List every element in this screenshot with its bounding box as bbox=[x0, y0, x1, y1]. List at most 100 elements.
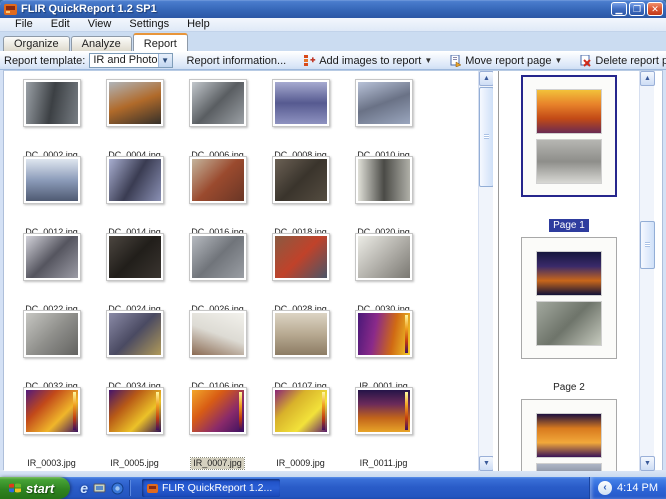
image-thumbnail[interactable] bbox=[272, 310, 330, 358]
scrollbar-thumb[interactable] bbox=[640, 221, 655, 269]
scroll-up-button[interactable]: ▲ bbox=[479, 71, 494, 86]
report-template-combobox[interactable]: IR and Photo ▼ bbox=[89, 53, 172, 68]
image-thumbnail[interactable] bbox=[23, 156, 81, 204]
image-thumbnail[interactable] bbox=[23, 387, 81, 435]
gallery-item[interactable]: DC_0006.jpg bbox=[176, 77, 259, 154]
gallery-item[interactable]: DC_0014.jpg bbox=[93, 154, 176, 231]
scroll-up-button[interactable]: ▲ bbox=[640, 71, 655, 86]
media-player-icon[interactable] bbox=[111, 482, 124, 495]
report-page-preview[interactable] bbox=[521, 237, 617, 359]
add-images-dropdown-icon[interactable]: ▼ bbox=[424, 56, 432, 65]
report-template-label: Report template: bbox=[4, 55, 85, 67]
ir-colorbar bbox=[156, 392, 159, 430]
report-page-item[interactable] bbox=[499, 399, 639, 471]
menu-settings[interactable]: Settings bbox=[120, 18, 178, 31]
gallery-item[interactable]: DC_0022.jpg bbox=[10, 231, 93, 308]
close-button[interactable]: ✕ bbox=[647, 2, 663, 16]
tray-chevron-icon[interactable]: ‹ bbox=[598, 481, 612, 495]
image-thumbnail[interactable] bbox=[272, 79, 330, 127]
image-thumbnail[interactable] bbox=[189, 233, 247, 281]
quick-launch-bar: e bbox=[70, 480, 140, 496]
gallery-item[interactable]: DC_0106.jpg bbox=[176, 308, 259, 385]
gallery-item[interactable]: DC_0030.jpg bbox=[342, 231, 425, 308]
image-thumbnail[interactable] bbox=[106, 387, 164, 435]
gallery-item[interactable]: DC_0024.jpg bbox=[93, 231, 176, 308]
move-page-label: Move report page bbox=[465, 55, 551, 67]
gallery-item[interactable]: DC_0028.jpg bbox=[259, 231, 342, 308]
maximize-button[interactable]: ❐ bbox=[629, 2, 645, 16]
image-thumbnail[interactable] bbox=[23, 79, 81, 127]
image-thumbnail[interactable] bbox=[189, 387, 247, 435]
system-tray: ‹ 4:14 PM bbox=[589, 477, 666, 499]
show-desktop-icon[interactable] bbox=[93, 482, 106, 495]
gallery-item[interactable]: DC_0008.jpg bbox=[259, 77, 342, 154]
gallery-item[interactable]: DC_0032.jpg bbox=[10, 308, 93, 385]
image-thumbnail[interactable] bbox=[23, 310, 81, 358]
minimize-button[interactable]: ▁ bbox=[611, 2, 627, 16]
image-thumbnail[interactable] bbox=[189, 156, 247, 204]
image-thumbnail[interactable] bbox=[355, 310, 413, 358]
gallery-item[interactable]: IR_0005.jpg bbox=[93, 385, 176, 462]
move-page-button[interactable]: Move report page ▼ bbox=[446, 54, 566, 68]
gallery-item[interactable]: DC_0012.jpg bbox=[10, 154, 93, 231]
image-thumbnail[interactable] bbox=[355, 79, 413, 127]
start-button[interactable]: start bbox=[0, 477, 70, 499]
internet-explorer-icon[interactable]: e bbox=[80, 480, 88, 496]
gallery-item[interactable]: DC_0107.jpg bbox=[259, 308, 342, 385]
gallery-item[interactable]: DC_0026.jpg bbox=[176, 231, 259, 308]
windows-logo-icon bbox=[8, 481, 22, 495]
delete-page-label: Delete report page bbox=[595, 55, 666, 67]
gallery-item[interactable]: IR_0003.jpg bbox=[10, 385, 93, 462]
report-page-item[interactable]: Page 1 bbox=[499, 75, 639, 233]
image-thumbnail[interactable] bbox=[106, 79, 164, 127]
image-thumbnail[interactable] bbox=[106, 233, 164, 281]
gallery-item[interactable]: IR_0007.jpg bbox=[176, 385, 259, 462]
gallery-item[interactable]: IR_0009.jpg bbox=[259, 385, 342, 462]
delete-page-icon bbox=[580, 55, 592, 67]
image-thumbnail[interactable] bbox=[355, 387, 413, 435]
image-thumbnail[interactable] bbox=[272, 156, 330, 204]
report-information-button[interactable]: Report information... bbox=[183, 54, 291, 68]
add-images-button[interactable]: Add images to report ▼ bbox=[300, 54, 436, 68]
scroll-down-button[interactable]: ▼ bbox=[640, 456, 655, 471]
gallery-scrollbar[interactable]: ▲ ▼ bbox=[478, 71, 493, 471]
gallery-item[interactable]: DC_0010.jpg bbox=[342, 77, 425, 154]
gallery-item[interactable]: DC_0004.jpg bbox=[93, 77, 176, 154]
menu-view[interactable]: View bbox=[79, 18, 121, 31]
menu-file[interactable]: File bbox=[6, 18, 42, 31]
image-thumbnail[interactable] bbox=[355, 233, 413, 281]
taskbar: start e bbox=[0, 477, 666, 499]
image-thumbnail[interactable] bbox=[106, 156, 164, 204]
scrollbar-thumb[interactable] bbox=[479, 87, 494, 187]
taskbar-task-flir[interactable]: FLIR QuickReport 1.2... bbox=[142, 479, 280, 497]
menu-help[interactable]: Help bbox=[178, 18, 219, 31]
image-thumbnail[interactable] bbox=[189, 79, 247, 127]
tab-report[interactable]: Report bbox=[133, 33, 188, 51]
ir-colorbar bbox=[405, 315, 408, 353]
tab-analyze[interactable]: Analyze bbox=[71, 36, 132, 51]
move-page-dropdown-icon[interactable]: ▼ bbox=[554, 56, 562, 65]
report-page-preview[interactable] bbox=[521, 75, 617, 197]
tab-organize[interactable]: Organize bbox=[3, 36, 70, 51]
gallery-item[interactable]: IR_0001.jpg bbox=[342, 308, 425, 385]
pages-scrollbar[interactable]: ▲ ▼ bbox=[639, 71, 654, 471]
gallery-item[interactable]: DC_0002.jpg bbox=[10, 77, 93, 154]
report-page-item[interactable]: Page 2 bbox=[499, 237, 639, 395]
gallery-item[interactable]: IR_0011.jpg bbox=[342, 385, 425, 462]
image-thumbnail[interactable] bbox=[23, 233, 81, 281]
image-thumbnail[interactable] bbox=[355, 156, 413, 204]
gallery-item[interactable]: DC_0034.jpg bbox=[93, 308, 176, 385]
menu-edit[interactable]: Edit bbox=[42, 18, 79, 31]
image-thumbnail[interactable] bbox=[272, 387, 330, 435]
app-window: FLIR QuickReport 1.2 SP1 ▁ ❐ ✕ File Edit… bbox=[0, 0, 666, 477]
scroll-down-button[interactable]: ▼ bbox=[479, 456, 494, 471]
combo-dropdown-icon[interactable]: ▼ bbox=[158, 54, 172, 67]
image-thumbnail[interactable] bbox=[106, 310, 164, 358]
gallery-item[interactable]: DC_0016.jpg bbox=[176, 154, 259, 231]
image-thumbnail[interactable] bbox=[272, 233, 330, 281]
delete-page-button[interactable]: Delete report page ▼ bbox=[576, 54, 666, 68]
gallery-item[interactable]: DC_0020.jpg bbox=[342, 154, 425, 231]
gallery-item[interactable]: DC_0018.jpg bbox=[259, 154, 342, 231]
image-thumbnail[interactable] bbox=[189, 310, 247, 358]
report-page-preview[interactable] bbox=[521, 399, 617, 471]
